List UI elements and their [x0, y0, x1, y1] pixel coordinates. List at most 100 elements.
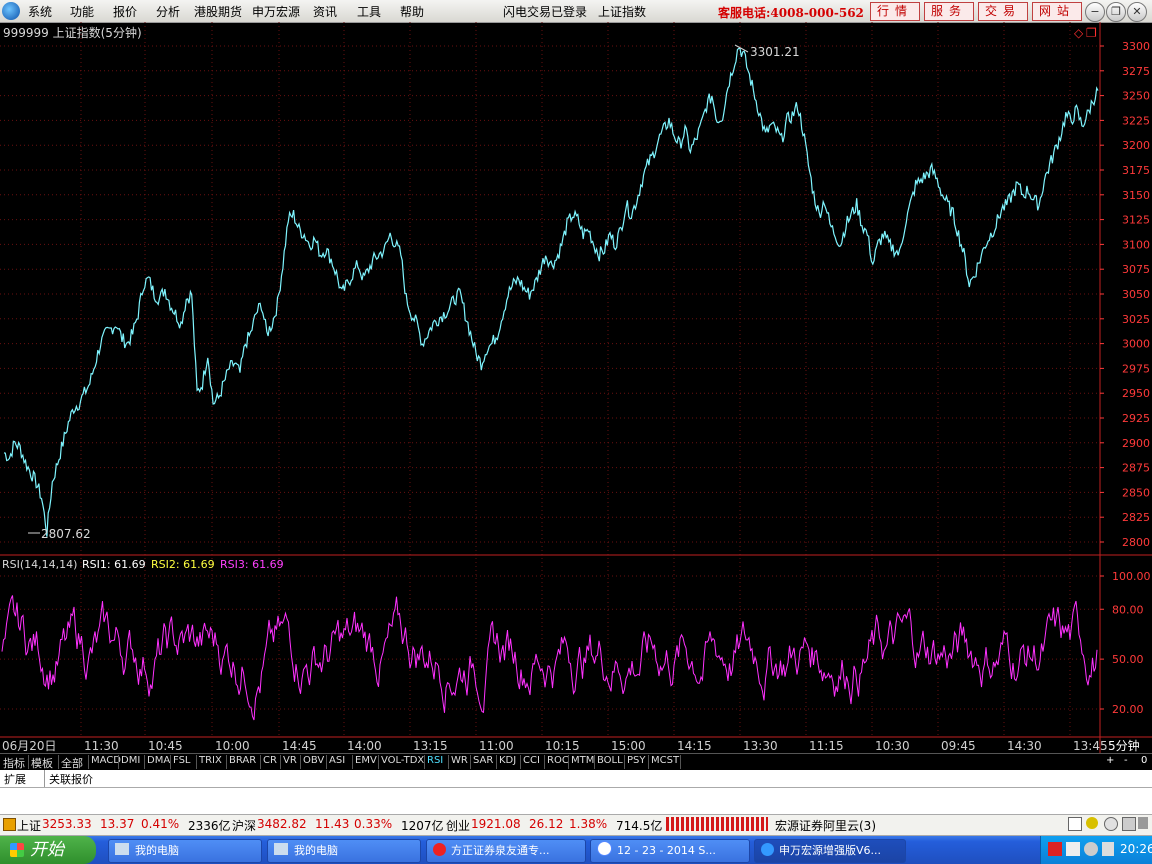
- tab-separator: [680, 755, 681, 769]
- tray-app-icon[interactable]: [1048, 842, 1062, 856]
- task-label: 方正证券泉友通专...: [451, 844, 550, 857]
- indicator-tab-kdj[interactable]: KDJ: [499, 755, 516, 766]
- indicator-tab-roc[interactable]: ROC: [547, 755, 569, 766]
- time-tick-label: 10:30: [875, 739, 910, 753]
- menu-news[interactable]: 资讯: [313, 3, 337, 20]
- tab-separator: [448, 755, 449, 769]
- menu-system[interactable]: 系统: [28, 3, 52, 20]
- tray-network-icon[interactable]: [1066, 842, 1080, 856]
- chart-area[interactable]: 3300 3275 3250 3225 3200 3175 3150 3125 3100 3075…: [0, 22, 1152, 753]
- website-button[interactable]: 网站: [1032, 2, 1082, 21]
- zoom-in-button[interactable]: +: [1106, 755, 1114, 766]
- price-tick-label: 3050: [1122, 288, 1150, 301]
- hotline-text: 客服电话:4008-000-562: [718, 4, 864, 21]
- app-icon: [433, 843, 446, 856]
- hs-amount: 1207亿: [401, 817, 444, 834]
- menu-help[interactable]: 帮助: [400, 3, 424, 20]
- indicator-tab-fsl[interactable]: FSL: [173, 755, 191, 766]
- zoom-out-button[interactable]: -: [1124, 755, 1128, 766]
- lock-icon[interactable]: [1138, 817, 1148, 829]
- tab-related-quotes[interactable]: 关联报价: [49, 771, 93, 787]
- close-icon[interactable]: ✕: [1127, 2, 1147, 22]
- menu-analysis[interactable]: 分析: [156, 3, 180, 20]
- indicator-tab-obv[interactable]: OBV: [303, 755, 324, 766]
- alert-icon[interactable]: [1104, 817, 1118, 831]
- diamond-icon[interactable]: ◇: [1074, 26, 1084, 40]
- indicator-tab-vr[interactable]: VR: [283, 755, 297, 766]
- tab-extend[interactable]: 扩展: [4, 771, 26, 787]
- price-tick-label: 3100: [1122, 238, 1150, 251]
- price-tick-label: 3275: [1122, 65, 1150, 78]
- indicator-tab-mtm[interactable]: MTM: [571, 755, 594, 766]
- time-tick-label: 13:15: [413, 739, 448, 753]
- indicator-tab-cr[interactable]: CR: [263, 755, 277, 766]
- menu-hk-futures[interactable]: 港股期货: [194, 3, 242, 20]
- indicator-tab-dmi[interactable]: DMI: [121, 755, 140, 766]
- folder-icon[interactable]: [3, 818, 16, 831]
- tray-ime-icon[interactable]: [1102, 842, 1114, 856]
- price-tick-label: 3300: [1122, 40, 1150, 53]
- indicator-tab-brar[interactable]: BRAR: [229, 755, 256, 766]
- sh-label: 上证: [17, 817, 41, 834]
- tab-separator: [170, 755, 171, 769]
- task-browser[interactable]: 12 - 23 - 2014 S...: [590, 839, 750, 863]
- indicator-tab-asi[interactable]: ASI: [329, 755, 345, 766]
- indicator-tab--[interactable]: 指标: [3, 755, 25, 771]
- cy-pct: 1.38%: [569, 817, 607, 831]
- app-logo-icon[interactable]: [2, 2, 20, 20]
- tab-separator: [88, 755, 89, 769]
- price-tick-label: 2975: [1122, 362, 1150, 375]
- trade-button[interactable]: 交易: [978, 2, 1028, 21]
- task-label: 申万宏源增强版V6...: [779, 844, 881, 857]
- indicator-tab-macd[interactable]: MACD: [91, 755, 121, 766]
- market-button[interactable]: 行情: [870, 2, 920, 21]
- hs-label: 沪深: [232, 817, 256, 834]
- price-tick-label: 2875: [1122, 462, 1150, 475]
- window-toggle-icon[interactable]: ❐: [1086, 26, 1097, 40]
- chat-icon[interactable]: [1122, 817, 1136, 831]
- tab-separator: [378, 755, 379, 769]
- indicator-tab-mcst[interactable]: MCST: [651, 755, 679, 766]
- indicator-tab-dma[interactable]: DMA: [147, 755, 170, 766]
- cy-label: 创业: [446, 817, 470, 834]
- rsi1-value: RSI1: 61.69: [82, 558, 146, 571]
- menu-swhy[interactable]: 申万宏源: [252, 3, 300, 20]
- indicator-tab-psy[interactable]: PSY: [627, 755, 646, 766]
- price-tick-label: 3125: [1122, 214, 1150, 227]
- time-tick-label: 06月20日: [2, 739, 57, 753]
- time-tick-label: 10:00: [215, 739, 250, 753]
- menu-quote[interactable]: 报价: [113, 3, 137, 20]
- service-button[interactable]: 服务: [924, 2, 974, 21]
- tab-separator: [594, 755, 595, 769]
- task-my-computer-2[interactable]: 我的电脑: [267, 839, 421, 863]
- period-label[interactable]: 5分钟: [1108, 738, 1140, 753]
- time-tick-label: 14:30: [1007, 739, 1042, 753]
- signal-icon[interactable]: [1086, 817, 1098, 829]
- task-founder-securities[interactable]: 方正证券泉友通专...: [426, 839, 586, 863]
- indicator-tab-sar[interactable]: SAR: [473, 755, 493, 766]
- minimize-icon[interactable]: −: [1085, 2, 1105, 22]
- cy-price: 1921.08: [471, 817, 521, 831]
- task-my-computer-1[interactable]: 我的电脑: [108, 839, 262, 863]
- reset-button[interactable]: 0: [1141, 755, 1147, 766]
- tab-separator: [352, 755, 353, 769]
- indicator-tab-boll[interactable]: BOLL: [597, 755, 623, 766]
- indicator-tab--[interactable]: 全部: [61, 755, 83, 771]
- indicator-tab--[interactable]: 模板: [31, 755, 53, 771]
- indicator-tab-rsi[interactable]: RSI: [427, 755, 443, 766]
- menu-function[interactable]: 功能: [70, 3, 94, 20]
- menu-tools[interactable]: 工具: [357, 3, 381, 20]
- restore-icon[interactable]: ❐: [1106, 2, 1126, 22]
- task-swhy-v6[interactable]: 申万宏源增强版V6...: [754, 839, 906, 863]
- tray-volume-icon[interactable]: [1084, 842, 1098, 856]
- tab-separator: [326, 755, 327, 769]
- indicator-tab-cci[interactable]: CCI: [523, 755, 540, 766]
- panel-icon[interactable]: [1068, 817, 1082, 831]
- indicator-tab-emv[interactable]: EMV: [355, 755, 377, 766]
- start-button[interactable]: 开始: [0, 836, 96, 864]
- sh-pct: 0.41%: [141, 817, 179, 831]
- indicator-tab-trix[interactable]: TRIX: [199, 755, 222, 766]
- indicator-tab-vol-tdx[interactable]: VOL-TDX: [381, 755, 424, 766]
- indicator-tab-wr[interactable]: WR: [451, 755, 468, 766]
- tab-separator: [470, 755, 471, 769]
